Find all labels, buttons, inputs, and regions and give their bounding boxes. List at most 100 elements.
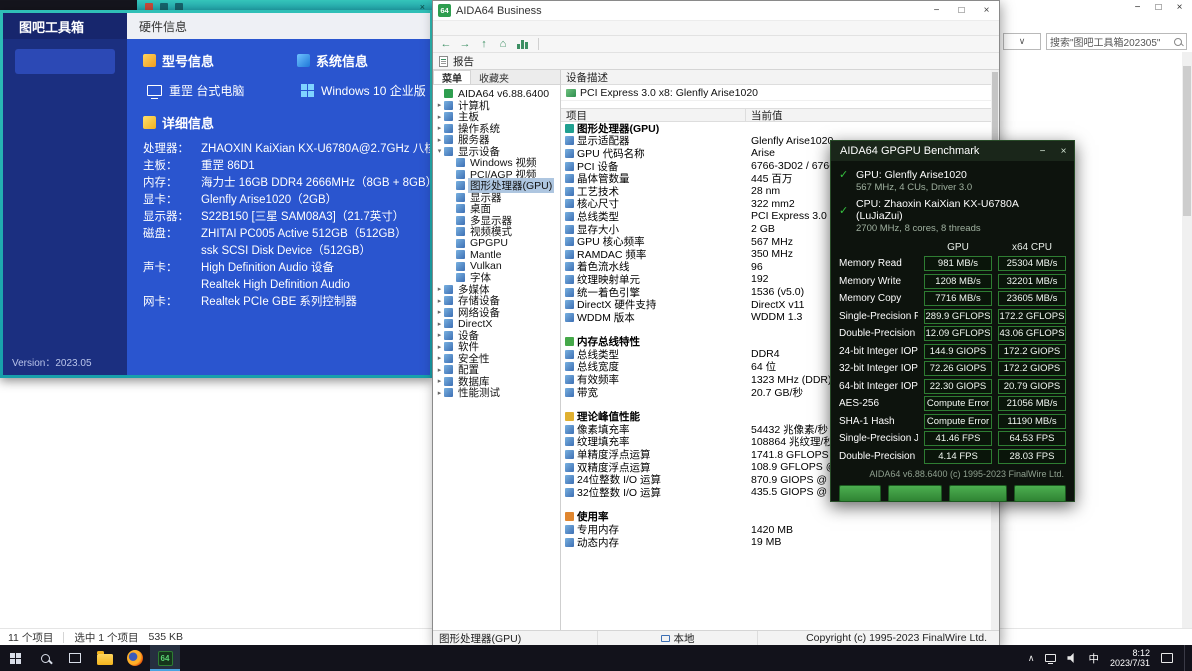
tree-node-icon <box>456 204 465 214</box>
aida64-titlebar[interactable]: 64 AIDA64 Business − □ × <box>433 1 999 20</box>
sidebar-item[interactable] <box>3 99 127 124</box>
sidebar-item[interactable] <box>3 299 127 324</box>
sidebar-item[interactable] <box>15 49 115 74</box>
sidebar-item[interactable] <box>3 249 127 274</box>
tree-item[interactable]: ▸ 计算机 <box>433 100 560 112</box>
browser-button[interactable] <box>120 645 150 671</box>
hardware-detail-row: 主板： 重罡 86D1 <box>143 160 255 172</box>
close-icon[interactable]: × <box>1169 0 1190 16</box>
chart-icon[interactable] <box>517 39 528 49</box>
minimize-icon[interactable]: − <box>1127 0 1148 16</box>
forward-icon[interactable]: → <box>457 38 473 50</box>
sidebar-item[interactable] <box>3 124 127 149</box>
minimize-icon[interactable]: − <box>1032 141 1053 161</box>
tree-expander-icon[interactable]: ▸ <box>435 136 444 144</box>
sidebar-item[interactable] <box>3 74 127 99</box>
tree-expander-icon[interactable]: ▸ <box>435 297 444 305</box>
row-icon <box>565 437 574 447</box>
close-icon[interactable]: × <box>974 1 999 20</box>
taskbar-clock[interactable]: 8:12 2023/7/31 <box>1110 648 1150 668</box>
row-icon <box>565 337 574 347</box>
tree-item[interactable]: Mantle <box>433 249 560 261</box>
explorer-scrollbar[interactable] <box>1182 52 1192 630</box>
maximize-icon[interactable]: □ <box>1148 0 1169 16</box>
tree-item[interactable]: ▸ 网络设备 <box>433 307 560 319</box>
up-icon[interactable]: ↑ <box>476 38 492 50</box>
sidebar-item[interactable] <box>3 199 127 224</box>
maximize-icon[interactable]: □ <box>949 1 974 20</box>
tree-item[interactable]: ▸ 软件 <box>433 341 560 353</box>
start-button[interactable] <box>0 645 30 671</box>
taskbar-search-button[interactable] <box>30 645 60 671</box>
notification-center-icon[interactable] <box>1161 653 1173 663</box>
tree-expander-icon[interactable]: ▸ <box>435 366 444 374</box>
minimize-icon[interactable]: − <box>924 1 949 20</box>
column-item[interactable]: 项目 <box>561 109 746 122</box>
tree-expander-icon[interactable]: ▸ <box>435 343 444 351</box>
tab-menu[interactable]: 菜单 <box>433 70 471 85</box>
row-icon <box>565 475 574 485</box>
benchmark-row: 24-bit Integer IOPS 144.9 GIOPS 172.2 GI… <box>839 343 1066 359</box>
tree-item[interactable]: ▸ 操作系统 <box>433 123 560 135</box>
tree-expander-icon[interactable]: ▸ <box>435 308 444 316</box>
volume-icon[interactable] <box>1067 653 1074 663</box>
benchmark-row: Memory Read 981 MB/s 25304 MB/s <box>839 256 1066 271</box>
task-view-button[interactable] <box>60 645 90 671</box>
column-value[interactable]: 当前值 <box>746 109 999 122</box>
benchmark-button[interactable] <box>1014 485 1066 502</box>
sidebar-item[interactable] <box>3 149 127 174</box>
sidebar-item[interactable] <box>3 274 127 299</box>
benchmark-footer: AIDA64 v6.88.6400 (c) 1995-2023 FinalWir… <box>869 469 1064 479</box>
tree-expander-icon[interactable]: ▸ <box>435 124 444 132</box>
tree-expander-icon[interactable]: ▸ <box>435 354 444 362</box>
address-dropdown[interactable]: ∨ <box>1003 33 1041 50</box>
show-desktop-button[interactable] <box>1184 645 1188 671</box>
ime-indicator[interactable]: 中 <box>1088 651 1099 666</box>
tree-expander-icon[interactable]: ▸ <box>435 113 444 121</box>
back-icon[interactable]: ← <box>438 38 454 50</box>
row-icon <box>565 424 574 434</box>
model-value: 重罡 台式电脑 <box>147 82 289 99</box>
explorer-search-box[interactable] <box>1046 33 1187 50</box>
sidebar-item[interactable] <box>3 324 127 349</box>
tree-item[interactable]: 视频模式 <box>433 226 560 238</box>
sidebar-item[interactable] <box>3 224 127 249</box>
tree-item[interactable]: ▸ 配置 <box>433 364 560 376</box>
hardware-detail-row: 处理器： ZHAOXIN KaiXian KX-U6780A@2.7GHz 八核 <box>143 143 430 155</box>
home-icon[interactable]: ⌂ <box>495 38 511 50</box>
tree-expander-icon[interactable]: ▸ <box>435 331 444 339</box>
tree-expander-icon[interactable]: ▸ <box>435 101 444 109</box>
tree-item[interactable]: GPGPU <box>433 237 560 249</box>
device-description-row[interactable]: PCI Express 3.0 x8: Glenfly Arise1020 <box>561 85 999 101</box>
benchmark-button[interactable] <box>949 485 1007 502</box>
network-icon[interactable] <box>1045 654 1057 664</box>
hardware-details: 处理器： ZHAOXIN KaiXian KX-U6780A@2.7GHz 八核… <box>143 141 430 311</box>
gpu-result-cell: 144.9 GIOPS <box>924 343 992 359</box>
computer-icon <box>660 634 670 642</box>
tree-expander-icon[interactable]: ▾ <box>435 147 444 155</box>
benchmark-titlebar[interactable]: AIDA64 GPGPU Benchmark − × <box>831 141 1074 161</box>
sidebar-item[interactable] <box>3 174 127 199</box>
tree-item[interactable]: ▸ 性能测试 <box>433 387 560 399</box>
tree-item[interactable]: ▸ 安全性 <box>433 353 560 365</box>
report-button[interactable]: 报告 <box>453 54 474 69</box>
close-icon[interactable]: × <box>1053 141 1074 161</box>
tree-expander-icon[interactable]: ▸ <box>435 285 444 293</box>
tree-item[interactable]: AIDA64 v6.88.6400 <box>433 88 560 100</box>
tree-item[interactable]: ▸ 设备 <box>433 330 560 342</box>
info-row[interactable]: 动态内存 19 MB <box>561 536 999 549</box>
tab-favorites[interactable]: 收藏夹 <box>471 70 517 85</box>
file-explorer-button[interactable] <box>90 645 120 671</box>
scrollbar-thumb[interactable] <box>1183 66 1191 216</box>
hidden-icons-chevron[interactable]: ∧ <box>1028 653 1035 664</box>
tree-expander-icon[interactable]: ▸ <box>435 389 444 397</box>
tree-expander-icon[interactable]: ▸ <box>435 377 444 385</box>
tree-item[interactable]: Vulkan <box>433 260 560 272</box>
benchmark-button[interactable] <box>839 485 881 502</box>
toolbox-titlebar[interactable]: 图吧工具箱 <box>3 13 127 39</box>
tree-expander-icon[interactable]: ▸ <box>435 320 444 328</box>
search-input[interactable] <box>1047 36 1174 47</box>
benchmark-button[interactable] <box>888 485 942 502</box>
aida64-taskbar-button[interactable]: 64 <box>150 645 180 671</box>
tree-item[interactable]: 字体 <box>433 272 560 284</box>
